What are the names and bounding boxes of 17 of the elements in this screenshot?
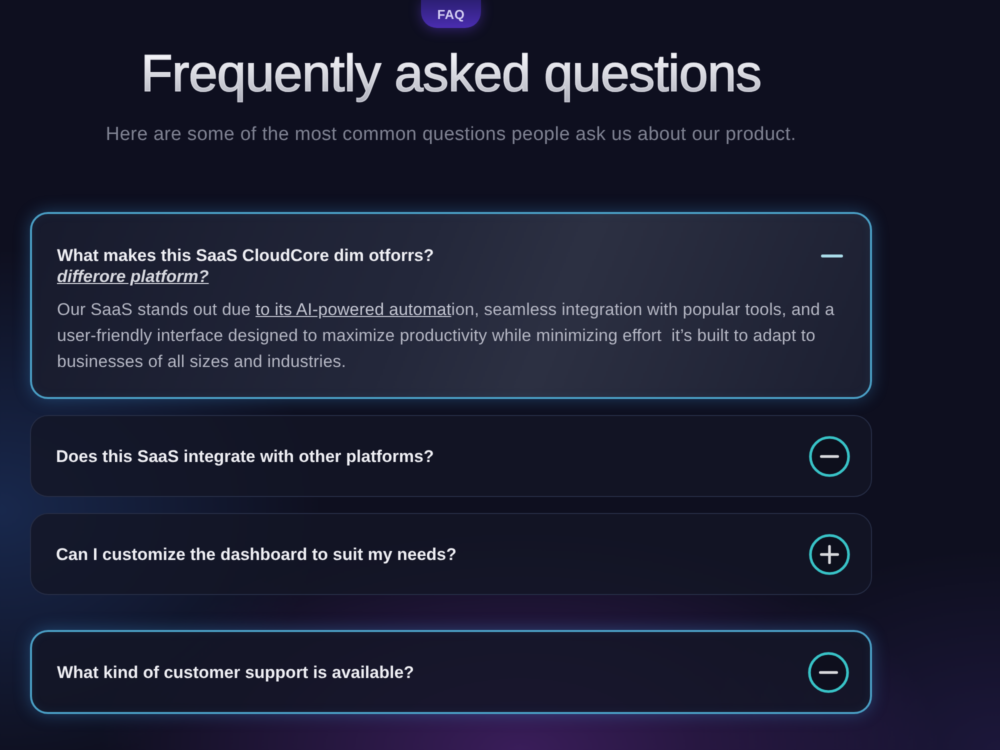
plus-icon[interactable] — [809, 534, 850, 574]
minus-icon[interactable] — [809, 436, 850, 476]
faq-card[interactable]: Can I customize the dashboard to suit my needs? — [30, 513, 872, 595]
faq-badge: FAQ — [421, 0, 481, 28]
answer-text: Our SaaS stands out due to its AI-powered automation, seamless integration with popular tools, and a user-friendly interface designed to maximize productivity while minimizing effort it’s built to adapt to businesses of all sizes and industries. — [57, 299, 836, 373]
question-text: What makes this SaaS CloudCore dim otforrs? — [57, 245, 434, 266]
faq-card[interactable]: What kind of customer support is available? — [30, 630, 872, 714]
question-text: Does this SaaS integrate with other platforms? — [56, 446, 434, 466]
question-text: What kind of customer support is available? — [57, 662, 414, 682]
question-text: Can I customize the dashboard to suit my needs? — [56, 544, 457, 564]
minus-icon[interactable] — [808, 652, 849, 692]
faq-card[interactable] — [30, 212, 872, 399]
faq-card[interactable]: Does this SaaS integrate with other platforms? — [30, 415, 872, 497]
answer-link[interactable]: to its AI-powered automat — [256, 300, 452, 319]
page-subtitle: Here are some of the most common questions people ask us about our product. — [106, 123, 796, 146]
question-link[interactable]: differore platform? — [57, 266, 209, 287]
minus-icon[interactable] — [821, 254, 843, 258]
